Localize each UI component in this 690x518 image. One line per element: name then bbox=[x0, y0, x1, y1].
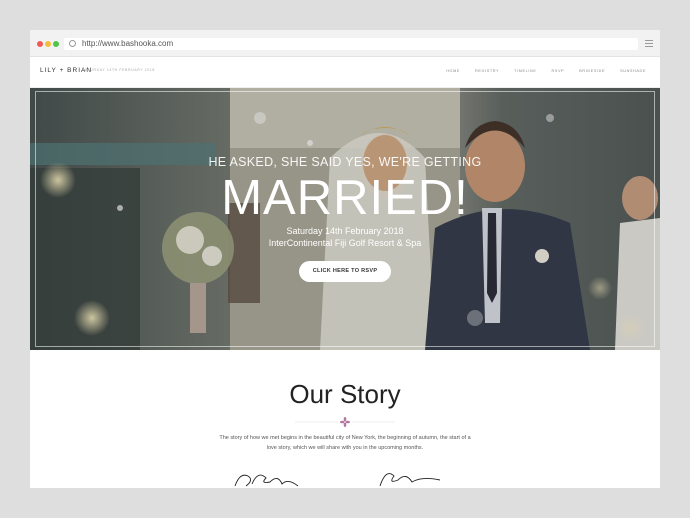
nav-item-rsvp[interactable]: RSVP bbox=[551, 69, 564, 73]
address-bar[interactable]: http://www.bashooka.com bbox=[64, 38, 638, 50]
browser-toolbar: http://www.bashooka.com bbox=[30, 30, 660, 57]
nav-item-registry[interactable]: REGISTRY bbox=[475, 69, 499, 73]
minimize-window-button[interactable] bbox=[45, 41, 51, 47]
hero-title: MARRIED! bbox=[221, 171, 469, 225]
hero-pre-title: HE ASKED, SHE SAID YES, WE'RE GETTING bbox=[208, 155, 482, 169]
story-text: The story of how we met begins in the be… bbox=[219, 435, 471, 451]
hero-venue: InterContinental Fiji Golf Resort & Spa bbox=[268, 238, 422, 248]
site-nav: HOME REGISTRY TIMELINE RSVP BRIDESIDE SU… bbox=[446, 69, 646, 73]
nav-item-home[interactable]: HOME bbox=[446, 69, 460, 73]
browser-window: http://www.bashooka.com LILY + BRIAN SAT… bbox=[30, 30, 660, 488]
flower-ornament-icon bbox=[295, 417, 395, 427]
signature-icons bbox=[234, 473, 441, 487]
url-text: http://www.bashooka.com bbox=[82, 39, 174, 48]
hero-date: Saturday 14th February 2018 bbox=[286, 226, 404, 236]
globe-icon bbox=[69, 40, 76, 47]
story-title: Our Story bbox=[289, 379, 401, 409]
hero-section: HE ASKED, SHE SAID YES, WE'RE GETTING MA… bbox=[30, 88, 660, 350]
maximize-window-button[interactable] bbox=[53, 41, 59, 47]
nav-item-timeline[interactable]: TIMELINE bbox=[514, 69, 536, 73]
nav-item-sunshade[interactable]: SUNSHADE bbox=[620, 69, 646, 73]
hamburger-menu-icon[interactable] bbox=[645, 40, 653, 47]
close-window-button[interactable] bbox=[37, 41, 43, 47]
nav-item-brideside[interactable]: BRIDESIDE bbox=[579, 69, 605, 73]
site-tagline: SATURDAY 14TH FEBRUARY 2018 bbox=[82, 68, 155, 72]
site-header: LILY + BRIAN SATURDAY 14TH FEBRUARY 2018… bbox=[30, 57, 660, 88]
rsvp-button[interactable]: CLICK HERE TO RSVP bbox=[299, 261, 391, 282]
